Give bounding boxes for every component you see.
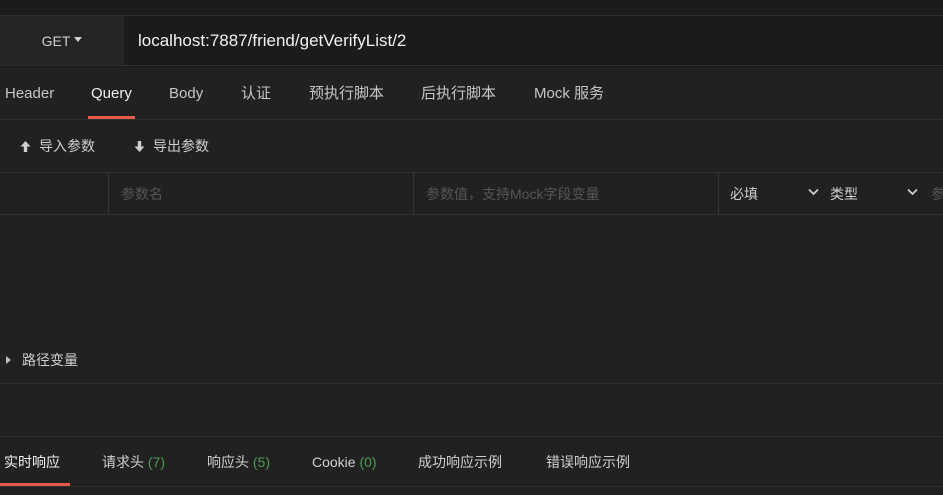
required-select[interactable]: 必填 — [730, 173, 822, 214]
tab-mock[interactable]: Mock 服务 — [534, 67, 604, 119]
response-tabs: 实时响应 请求头 (7) 响应头 (5) Cookie (0) 成功响应示例 错… — [0, 436, 943, 487]
tab-pre-script[interactable]: 预执行脚本 — [309, 67, 384, 119]
tab-success-example[interactable]: 成功响应示例 — [418, 437, 502, 486]
param-value-input[interactable] — [414, 173, 718, 214]
import-params-label: 导入参数 — [39, 138, 95, 154]
tab-realtime-response[interactable]: 实时响应 — [0, 437, 70, 486]
url-bar: GET — [0, 0, 943, 67]
params-toolbar: 导入参数 导出参数 — [0, 120, 943, 173]
arrow-down-icon — [134, 140, 145, 152]
param-name-cell — [108, 173, 413, 214]
param-row: 必填 类型 参 — [0, 173, 943, 215]
param-name-input[interactable] — [109, 173, 413, 214]
divider — [0, 383, 943, 384]
tab-auth[interactable]: 认证 — [241, 67, 271, 119]
param-value-cell — [413, 173, 718, 214]
tab-body[interactable]: Body — [169, 67, 203, 119]
tab-cookie[interactable]: Cookie (0) — [312, 437, 377, 486]
chevron-down-icon — [808, 188, 819, 196]
tab-header[interactable]: Header — [5, 67, 54, 119]
tab-post-script[interactable]: 后执行脚本 — [421, 67, 496, 119]
path-variables-toggle[interactable]: 路径变量 — [0, 349, 78, 371]
caret-down-icon — [74, 37, 83, 42]
count-badge: (7) — [147, 454, 166, 470]
export-params-label: 导出参数 — [153, 138, 209, 154]
count-badge: (5) — [252, 454, 271, 470]
request-tabs: Header Query Body 认证 预执行脚本 后执行脚本 Mock 服务 — [0, 67, 943, 120]
param-row-handle — [0, 173, 108, 214]
path-variables-label: 路径变量 — [22, 352, 78, 368]
tab-query[interactable]: Query — [88, 67, 135, 119]
type-label: 类型 — [830, 185, 858, 202]
tab-request-headers[interactable]: 请求头 (7) — [102, 437, 165, 486]
type-select[interactable]: 类型 — [830, 173, 922, 214]
divider — [0, 65, 943, 66]
tab-response-headers[interactable]: 响应头 (5) — [207, 437, 270, 486]
method-select[interactable]: GET — [0, 16, 124, 65]
param-extra-input[interactable]: 参 — [931, 173, 943, 214]
chevron-down-icon — [907, 188, 918, 196]
method-label: GET — [41, 32, 71, 49]
import-params-button[interactable]: 导入参数 — [19, 136, 95, 156]
caret-right-icon — [6, 356, 11, 364]
count-badge: (0) — [359, 454, 377, 470]
arrow-up-icon — [20, 140, 31, 152]
url-input[interactable] — [126, 16, 943, 65]
required-label: 必填 — [730, 185, 758, 202]
export-params-button[interactable]: 导出参数 — [133, 136, 209, 156]
tab-error-example[interactable]: 错误响应示例 — [546, 437, 630, 486]
